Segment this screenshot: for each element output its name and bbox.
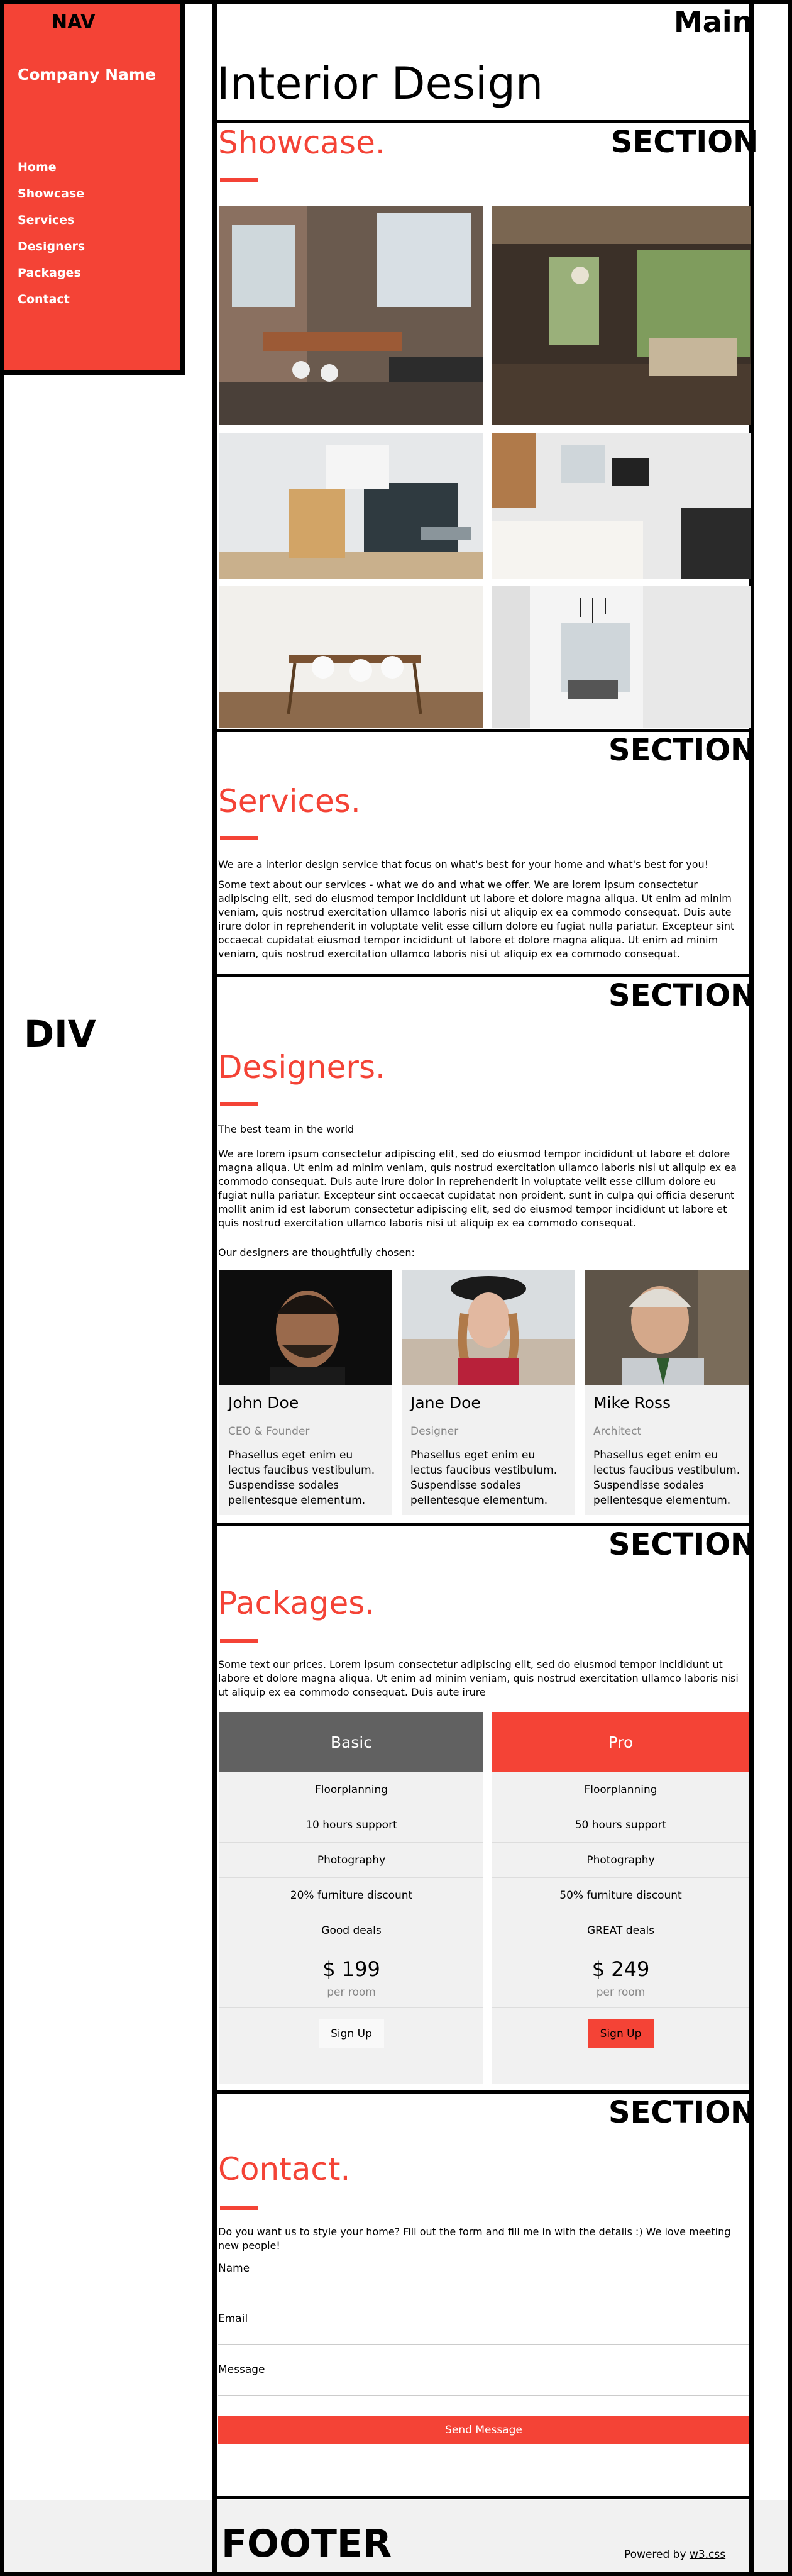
main-label: Main — [674, 5, 753, 39]
package-feature: 10 hours support — [219, 1807, 483, 1843]
designer-role: Architect — [593, 1425, 642, 1438]
send-message-button[interactable]: Send Message — [218, 2416, 749, 2444]
showcase-title: Showcase. — [218, 125, 385, 161]
title-underline — [220, 2206, 258, 2210]
nav-link-packages[interactable]: Packages — [18, 266, 81, 280]
showcase-photo-living[interactable] — [492, 206, 751, 425]
package-feature: Floorplanning — [492, 1772, 749, 1807]
email-label: Email — [218, 2312, 248, 2325]
designer-name: Mike Ross — [593, 1394, 671, 1412]
powered-by: Powered by w3.css — [624, 2548, 725, 2561]
designers-body: We are lorem ipsum consectetur adipiscin… — [218, 1148, 737, 1229]
email-input[interactable] — [218, 2324, 749, 2345]
package-feature: Photography — [219, 1843, 483, 1878]
title-underline — [220, 836, 258, 840]
designer-desc: Phasellus eget enim eu lectus faucibus v… — [228, 1449, 375, 1507]
showcase-photo-kitchen[interactable] — [219, 206, 483, 425]
package-card-pro: Pro Floorplanning 50 hours support Photo… — [492, 1712, 749, 2084]
signup-button-basic[interactable]: Sign Up — [319, 2019, 384, 2048]
footer-label: FOOTER — [221, 2522, 392, 2566]
main-left-border — [212, 0, 217, 2576]
footer-right-border — [749, 2500, 754, 2572]
package-price: $ 249 — [591, 1957, 650, 1981]
package-feature: Floorplanning — [219, 1772, 483, 1807]
name-label: Name — [218, 2262, 250, 2275]
designer-photo-john — [219, 1270, 392, 1385]
showcase-photo-lounge[interactable] — [219, 433, 483, 579]
powered-by-text: Powered by — [624, 2548, 690, 2561]
nav-link-showcase[interactable]: Showcase — [18, 187, 84, 201]
packages-body: Some text our prices. Lorem ipsum consec… — [218, 1658, 739, 1698]
package-feature: Good deals — [219, 1913, 483, 1948]
package-name: Basic — [219, 1712, 483, 1772]
designer-name: John Doe — [228, 1394, 299, 1412]
contact-title: Contact. — [218, 2151, 351, 2187]
section-divider — [217, 1523, 749, 1526]
nav-link-designers[interactable]: Designers — [18, 240, 85, 253]
package-feature: GREAT deals — [492, 1913, 749, 1948]
package-feature: 50% furniture discount — [492, 1878, 749, 1913]
designer-photo-mike — [585, 1270, 749, 1385]
section-divider — [217, 974, 749, 977]
nav-link-contact[interactable]: Contact — [18, 292, 70, 306]
package-name: Pro — [492, 1712, 749, 1772]
package-per: per room — [596, 1986, 646, 1999]
designer-desc: Phasellus eget enim eu lectus faucibus v… — [410, 1449, 558, 1507]
designer-role: Designer — [410, 1425, 459, 1438]
contact-intro: Do you want us to style your home? Fill … — [218, 2226, 731, 2251]
title-underline — [220, 1639, 258, 1643]
message-input[interactable] — [218, 2375, 749, 2396]
section-divider — [217, 729, 749, 732]
package-price: $ 199 — [322, 1957, 380, 1981]
w3css-link[interactable]: w3.css — [690, 2548, 725, 2561]
package-card-basic: Basic Floorplanning 10 hours support Pho… — [219, 1712, 483, 2084]
showcase-photo-bedroom[interactable] — [492, 433, 751, 579]
section-label: SECTION — [611, 125, 759, 160]
title-underline — [220, 178, 258, 182]
package-feature: 20% furniture discount — [219, 1878, 483, 1913]
name-input[interactable] — [218, 2274, 749, 2294]
services-body: Some text about our services - what we d… — [218, 879, 735, 960]
package-per: per room — [327, 1986, 376, 1999]
nav-link-home[interactable]: Home — [18, 160, 57, 174]
div-label: DIV — [24, 1013, 96, 1055]
nav-label: NAV — [52, 11, 96, 33]
services-intro: We are a interior design service that fo… — [218, 858, 709, 870]
signup-button-pro[interactable]: Sign Up — [588, 2019, 654, 2048]
designers-subtitle: The best team in the world — [218, 1123, 355, 1135]
footer-divider — [217, 2496, 749, 2499]
page-title: Interior Design — [217, 58, 544, 109]
designers-title: Designers. — [218, 1049, 385, 1085]
packages-title: Packages. — [218, 1585, 375, 1621]
section-label: SECTION — [608, 733, 756, 768]
designer-name: Jane Doe — [410, 1394, 481, 1412]
showcase-photo-dining[interactable] — [219, 586, 483, 728]
title-underline — [220, 1102, 258, 1106]
section-label: SECTION — [608, 1527, 756, 1562]
company-name: Company Name — [18, 65, 156, 84]
section-label: SECTION — [608, 2095, 756, 2130]
package-feature: Photography — [492, 1843, 749, 1878]
designer-desc: Phasellus eget enim eu lectus faucibus v… — [593, 1449, 740, 1507]
section-divider — [217, 120, 749, 123]
footer-left-border — [212, 2500, 217, 2572]
showcase-photo-interior[interactable] — [492, 586, 751, 728]
section-label: SECTION — [608, 978, 756, 1013]
package-feature: 50 hours support — [492, 1807, 749, 1843]
message-label: Message — [218, 2363, 265, 2376]
section-divider — [217, 2090, 749, 2094]
services-title: Services. — [218, 783, 361, 819]
designer-photo-jane — [402, 1270, 575, 1385]
designers-chosen: Our designers are thoughtfully chosen: — [218, 1246, 415, 1258]
designer-role: CEO & Founder — [228, 1425, 310, 1438]
nav-link-services[interactable]: Services — [18, 213, 74, 227]
